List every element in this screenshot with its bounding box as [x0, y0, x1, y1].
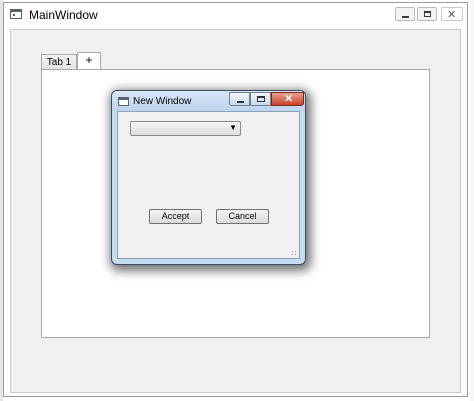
dialog-combo-box[interactable]: ▼ [130, 121, 241, 136]
minimize-icon [402, 16, 409, 18]
dialog-client-area: ▼ Accept Cancel [117, 111, 300, 259]
close-icon: ✕ [447, 9, 457, 21]
minimize-button[interactable] [395, 7, 415, 21]
maximize-button[interactable] [417, 7, 437, 21]
main-titlebar[interactable]: MainWindow ✕ [4, 3, 467, 27]
minimize-icon [237, 101, 244, 103]
close-button[interactable]: ✕ [441, 7, 463, 21]
accept-button[interactable]: Accept [149, 209, 202, 224]
cancel-button[interactable]: Cancel [216, 209, 269, 224]
dialog-close-button[interactable]: ✕ [271, 92, 304, 106]
dialog-title: New Window [133, 96, 192, 107]
dialog-app-icon [118, 97, 129, 106]
window-title: MainWindow [29, 8, 98, 22]
dialog-maximize-button[interactable] [250, 92, 271, 106]
maximize-icon [257, 96, 265, 102]
maximize-icon [424, 11, 431, 17]
tab-1[interactable]: Tab 1 [41, 54, 77, 70]
desktop-background-right [470, 0, 474, 401]
dropdown-arrow-icon: ▼ [229, 123, 237, 132]
resize-grip-icon[interactable] [291, 250, 297, 256]
close-icon: ✕ [284, 93, 294, 105]
new-window-dialog: New Window ✕ ▼ Accept Cancel [111, 90, 306, 265]
dialog-minimize-button[interactable] [229, 92, 250, 106]
app-icon [10, 9, 22, 19]
